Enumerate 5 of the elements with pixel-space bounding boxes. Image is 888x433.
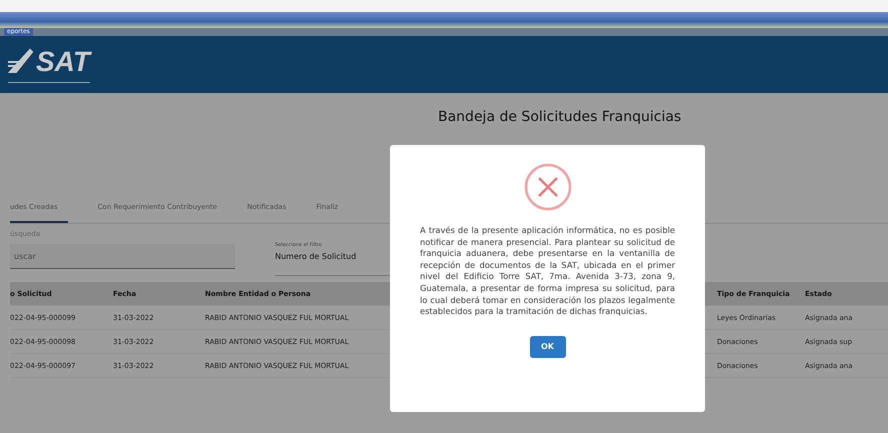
- ok-button[interactable]: OK: [530, 336, 566, 358]
- page-title: Bandeja de Solicitudes Franquicias: [438, 109, 682, 127]
- error-icon: [524, 163, 572, 211]
- logo-text: SAT: [36, 46, 90, 78]
- logo-swoosh-icon: [8, 48, 34, 76]
